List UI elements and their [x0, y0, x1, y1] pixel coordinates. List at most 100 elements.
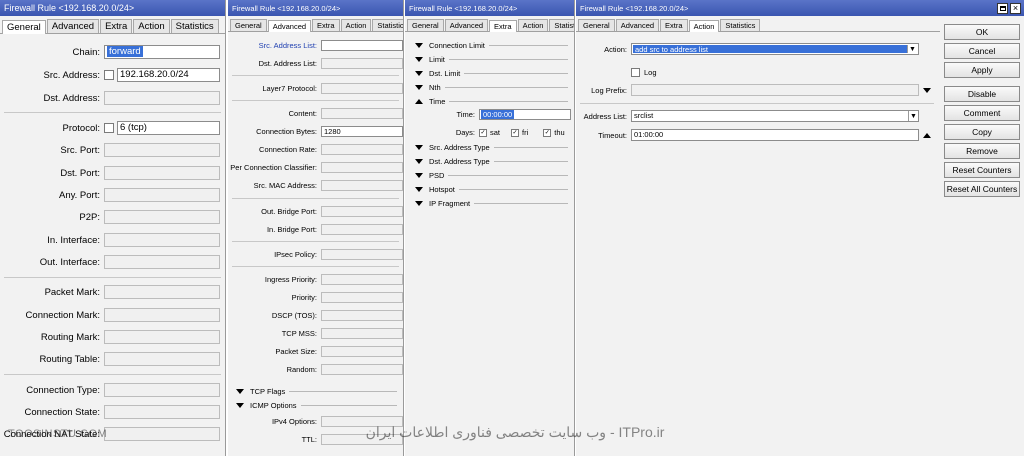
reset-all-counters-button[interactable]: Reset All Counters	[944, 181, 1020, 197]
divider	[4, 112, 221, 113]
divider	[580, 103, 934, 104]
tab-general[interactable]: General	[230, 19, 267, 31]
log-prefix-field[interactable]	[631, 84, 919, 96]
src-port-field[interactable]	[104, 143, 220, 157]
out-bridge-port-field[interactable]	[321, 206, 403, 217]
ingress-priority-field[interactable]	[321, 274, 403, 285]
ok-button[interactable]: OK	[944, 24, 1020, 40]
collapse-arrow-icon[interactable]	[923, 132, 931, 138]
src-address-list-field[interactable]	[321, 40, 403, 51]
remove-button[interactable]: Remove	[944, 143, 1020, 159]
time-section[interactable]: Time	[415, 97, 568, 106]
routing-mark-field[interactable]	[104, 330, 220, 344]
tab-action[interactable]: Action	[517, 19, 549, 31]
routing-table-label: Routing Table:	[39, 353, 100, 365]
chain-field[interactable]: forward	[104, 45, 220, 59]
src-mac-field[interactable]	[321, 180, 403, 191]
dst-address-list-field[interactable]	[321, 58, 403, 69]
routing-table-field[interactable]	[104, 352, 220, 366]
tab-extra[interactable]: Extra	[489, 20, 517, 32]
dst-limit-section[interactable]: Dst. Limit	[415, 69, 568, 78]
tab-statistics[interactable]: Statistics	[170, 19, 219, 33]
connection-state-field[interactable]	[104, 405, 220, 419]
priority-field[interactable]	[321, 292, 403, 303]
address-list-select[interactable]: srclist ▼	[631, 110, 919, 122]
tab-extra[interactable]: Extra	[660, 19, 688, 31]
packet-mark-field[interactable]	[104, 285, 220, 299]
connection-limit-section[interactable]: Connection Limit	[415, 41, 568, 50]
tab-statistics[interactable]: Statistics	[720, 19, 761, 31]
timeout-field[interactable]: 01:00:00	[631, 129, 919, 141]
dscp-field[interactable]	[321, 310, 403, 321]
tab-extra[interactable]: Extra	[312, 19, 340, 31]
day-sat-checkbox[interactable]: ✓	[479, 128, 487, 137]
in-interface-field[interactable]	[104, 233, 220, 247]
tab-advanced[interactable]: Advanced	[267, 20, 312, 32]
time-field[interactable]: 00:00:00	[479, 109, 571, 120]
day-fri-checkbox[interactable]: ✓	[511, 128, 520, 137]
tab-general[interactable]: General	[578, 19, 615, 31]
tab-action[interactable]: Action	[340, 19, 372, 31]
expand-arrow-icon	[415, 159, 423, 164]
tab-action[interactable]: Action	[688, 20, 720, 32]
icmp-options-section[interactable]: ICMP Options	[236, 401, 397, 410]
connection-bytes-field[interactable]: 1280	[321, 126, 403, 137]
maximize-icon[interactable]	[997, 2, 1008, 14]
tab-statistics[interactable]: Statistics	[372, 19, 403, 31]
ip-fragment-section[interactable]: IP Fragment	[415, 199, 568, 208]
tab-extra[interactable]: Extra	[100, 19, 133, 33]
cancel-button[interactable]: Cancel	[944, 43, 1020, 59]
protocol-field[interactable]: 6 (tcp)	[117, 121, 220, 135]
log-label: Log	[644, 68, 657, 77]
reset-counters-button[interactable]: Reset Counters	[944, 162, 1020, 178]
tab-advanced[interactable]: Advanced	[46, 19, 100, 33]
apply-button[interactable]: Apply	[944, 62, 1020, 78]
out-bridge-port-label: Out. Bridge Port:	[261, 207, 317, 216]
p2p-field[interactable]	[104, 210, 220, 224]
tab-statistics[interactable]: Statistics	[549, 19, 574, 31]
comment-button[interactable]: Comment	[944, 105, 1020, 121]
connection-nat-field[interactable]	[104, 427, 220, 441]
src-address-type-section[interactable]: Src. Address Type	[415, 143, 568, 152]
src-mac-label: Src. MAC Address:	[253, 181, 317, 190]
out-interface-field[interactable]	[104, 255, 220, 269]
src-address-negate-checkbox[interactable]	[104, 70, 114, 80]
hotspot-section[interactable]: Hotspot	[415, 185, 568, 194]
tab-advanced[interactable]: Advanced	[615, 19, 660, 31]
random-field[interactable]	[321, 364, 403, 375]
nth-section[interactable]: Nth	[415, 83, 568, 92]
tab-advanced[interactable]: Advanced	[444, 19, 489, 31]
connection-type-field[interactable]	[104, 383, 220, 397]
src-address-field[interactable]: 192.168.20.0/24	[117, 68, 220, 82]
any-port-field[interactable]	[104, 188, 220, 202]
packet-size-field[interactable]	[321, 346, 403, 357]
day-thu-label: thu	[554, 128, 565, 137]
copy-button[interactable]: Copy	[944, 124, 1020, 140]
day-thu-checkbox[interactable]: ✓	[543, 128, 552, 137]
tcp-flags-section[interactable]: TCP Flags	[236, 387, 397, 396]
in-bridge-port-field[interactable]	[321, 224, 403, 235]
action-select[interactable]: add src to address list ▼	[631, 43, 919, 55]
close-icon[interactable]: ×	[1010, 2, 1021, 14]
protocol-negate-checkbox[interactable]	[104, 123, 114, 133]
connection-mark-field[interactable]	[104, 308, 220, 322]
tab-general[interactable]: General	[407, 19, 444, 31]
tab-action[interactable]: Action	[133, 19, 170, 33]
disable-button[interactable]: Disable	[944, 86, 1020, 102]
tab-general[interactable]: General	[2, 20, 46, 34]
dst-address-field[interactable]	[104, 91, 220, 105]
dst-address-type-section[interactable]: Dst. Address Type	[415, 157, 568, 166]
connection-rate-field[interactable]	[321, 144, 403, 155]
days-row: Days: ✓ sat ✓ fri ✓ thu	[405, 127, 565, 138]
content-field[interactable]	[321, 108, 403, 119]
psd-section[interactable]: PSD	[415, 171, 568, 180]
dropdown-arrow-icon[interactable]	[923, 87, 931, 93]
ingress-priority-label: Ingress Priority:	[264, 275, 317, 284]
log-checkbox[interactable]	[631, 68, 640, 77]
layer7-field[interactable]	[321, 83, 403, 94]
limit-section[interactable]: Limit	[415, 55, 568, 64]
ipsec-policy-field[interactable]	[321, 249, 403, 260]
per-connection-classifier-field[interactable]	[321, 162, 403, 173]
dst-port-field[interactable]	[104, 166, 220, 180]
tcp-mss-field[interactable]	[321, 328, 403, 339]
